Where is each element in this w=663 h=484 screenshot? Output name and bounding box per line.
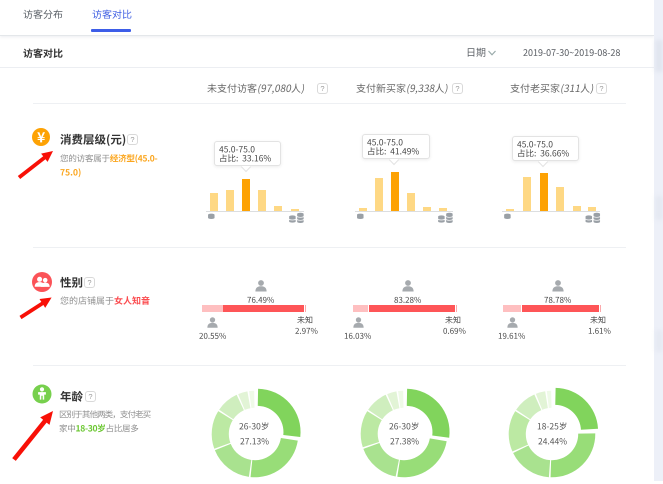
svg-text:?: ? [88, 279, 92, 288]
svg-text:?: ? [88, 392, 92, 401]
